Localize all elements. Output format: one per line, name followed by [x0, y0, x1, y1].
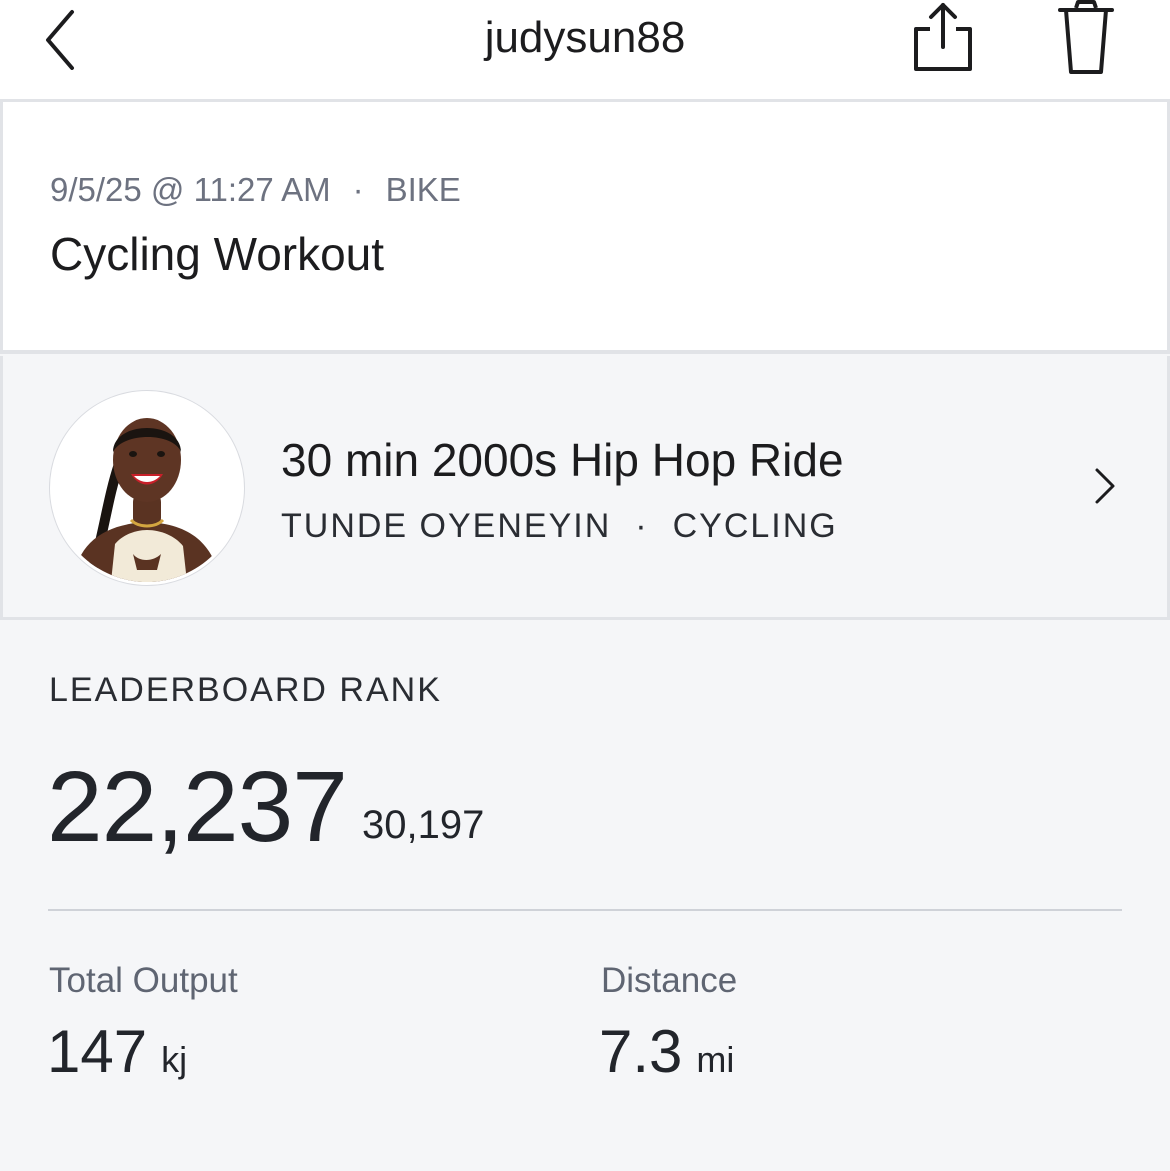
- instructor-avatar: [50, 391, 244, 585]
- class-subtitle: TUNDE OYENEYIN · CYCLING: [281, 506, 838, 546]
- metric-number: 7.3: [599, 1018, 683, 1085]
- share-icon: [914, 3, 972, 71]
- metric-unit: kj: [161, 1039, 188, 1080]
- workout-meta: 9/5/25 @ 11:27 AM · BIKE: [50, 170, 461, 210]
- chevron-right-icon: [1095, 468, 1115, 504]
- subtitle-separator: ·: [635, 507, 649, 545]
- metric-label-distance: Distance: [601, 961, 738, 1000]
- metric-unit: mi: [696, 1039, 735, 1080]
- metric-label-total-output: Total Output: [49, 961, 238, 1000]
- metric-value-distance: 7.3 mi: [599, 1018, 734, 1094]
- top-nav-bar: judysun88: [0, 0, 1170, 102]
- class-info-row[interactable]: 30 min 2000s Hip Hop Ride TUNDE OYENEYIN…: [0, 356, 1170, 620]
- leaderboard-rank: 22,237: [47, 751, 348, 863]
- instructor-photo: [53, 394, 241, 582]
- class-title: 30 min 2000s Hip Hop Ride: [281, 434, 844, 486]
- trash-icon: [1058, 0, 1114, 74]
- section-divider: [48, 909, 1122, 911]
- instructor-name: TUNDE OYENEYIN: [281, 507, 612, 545]
- leaderboard-label: LEADERBOARD RANK: [49, 671, 442, 709]
- workout-summary-card: 9/5/25 @ 11:27 AM · BIKE Cycling Workout: [0, 102, 1170, 354]
- share-button[interactable]: [900, 0, 984, 76]
- leaderboard-total: 30,197: [362, 803, 485, 847]
- workout-datetime: 9/5/25 @ 11:27 AM: [50, 171, 331, 208]
- meta-separator: ·: [352, 171, 364, 208]
- delete-button[interactable]: [1050, 0, 1122, 76]
- workout-title: Cycling Workout: [50, 228, 385, 280]
- page-title: judysun88: [484, 13, 686, 62]
- class-discipline: CYCLING: [672, 507, 838, 545]
- workout-equipment: BIKE: [385, 171, 461, 208]
- metric-number: 147: [47, 1018, 148, 1085]
- metric-value-total-output: 147 kj: [47, 1018, 187, 1094]
